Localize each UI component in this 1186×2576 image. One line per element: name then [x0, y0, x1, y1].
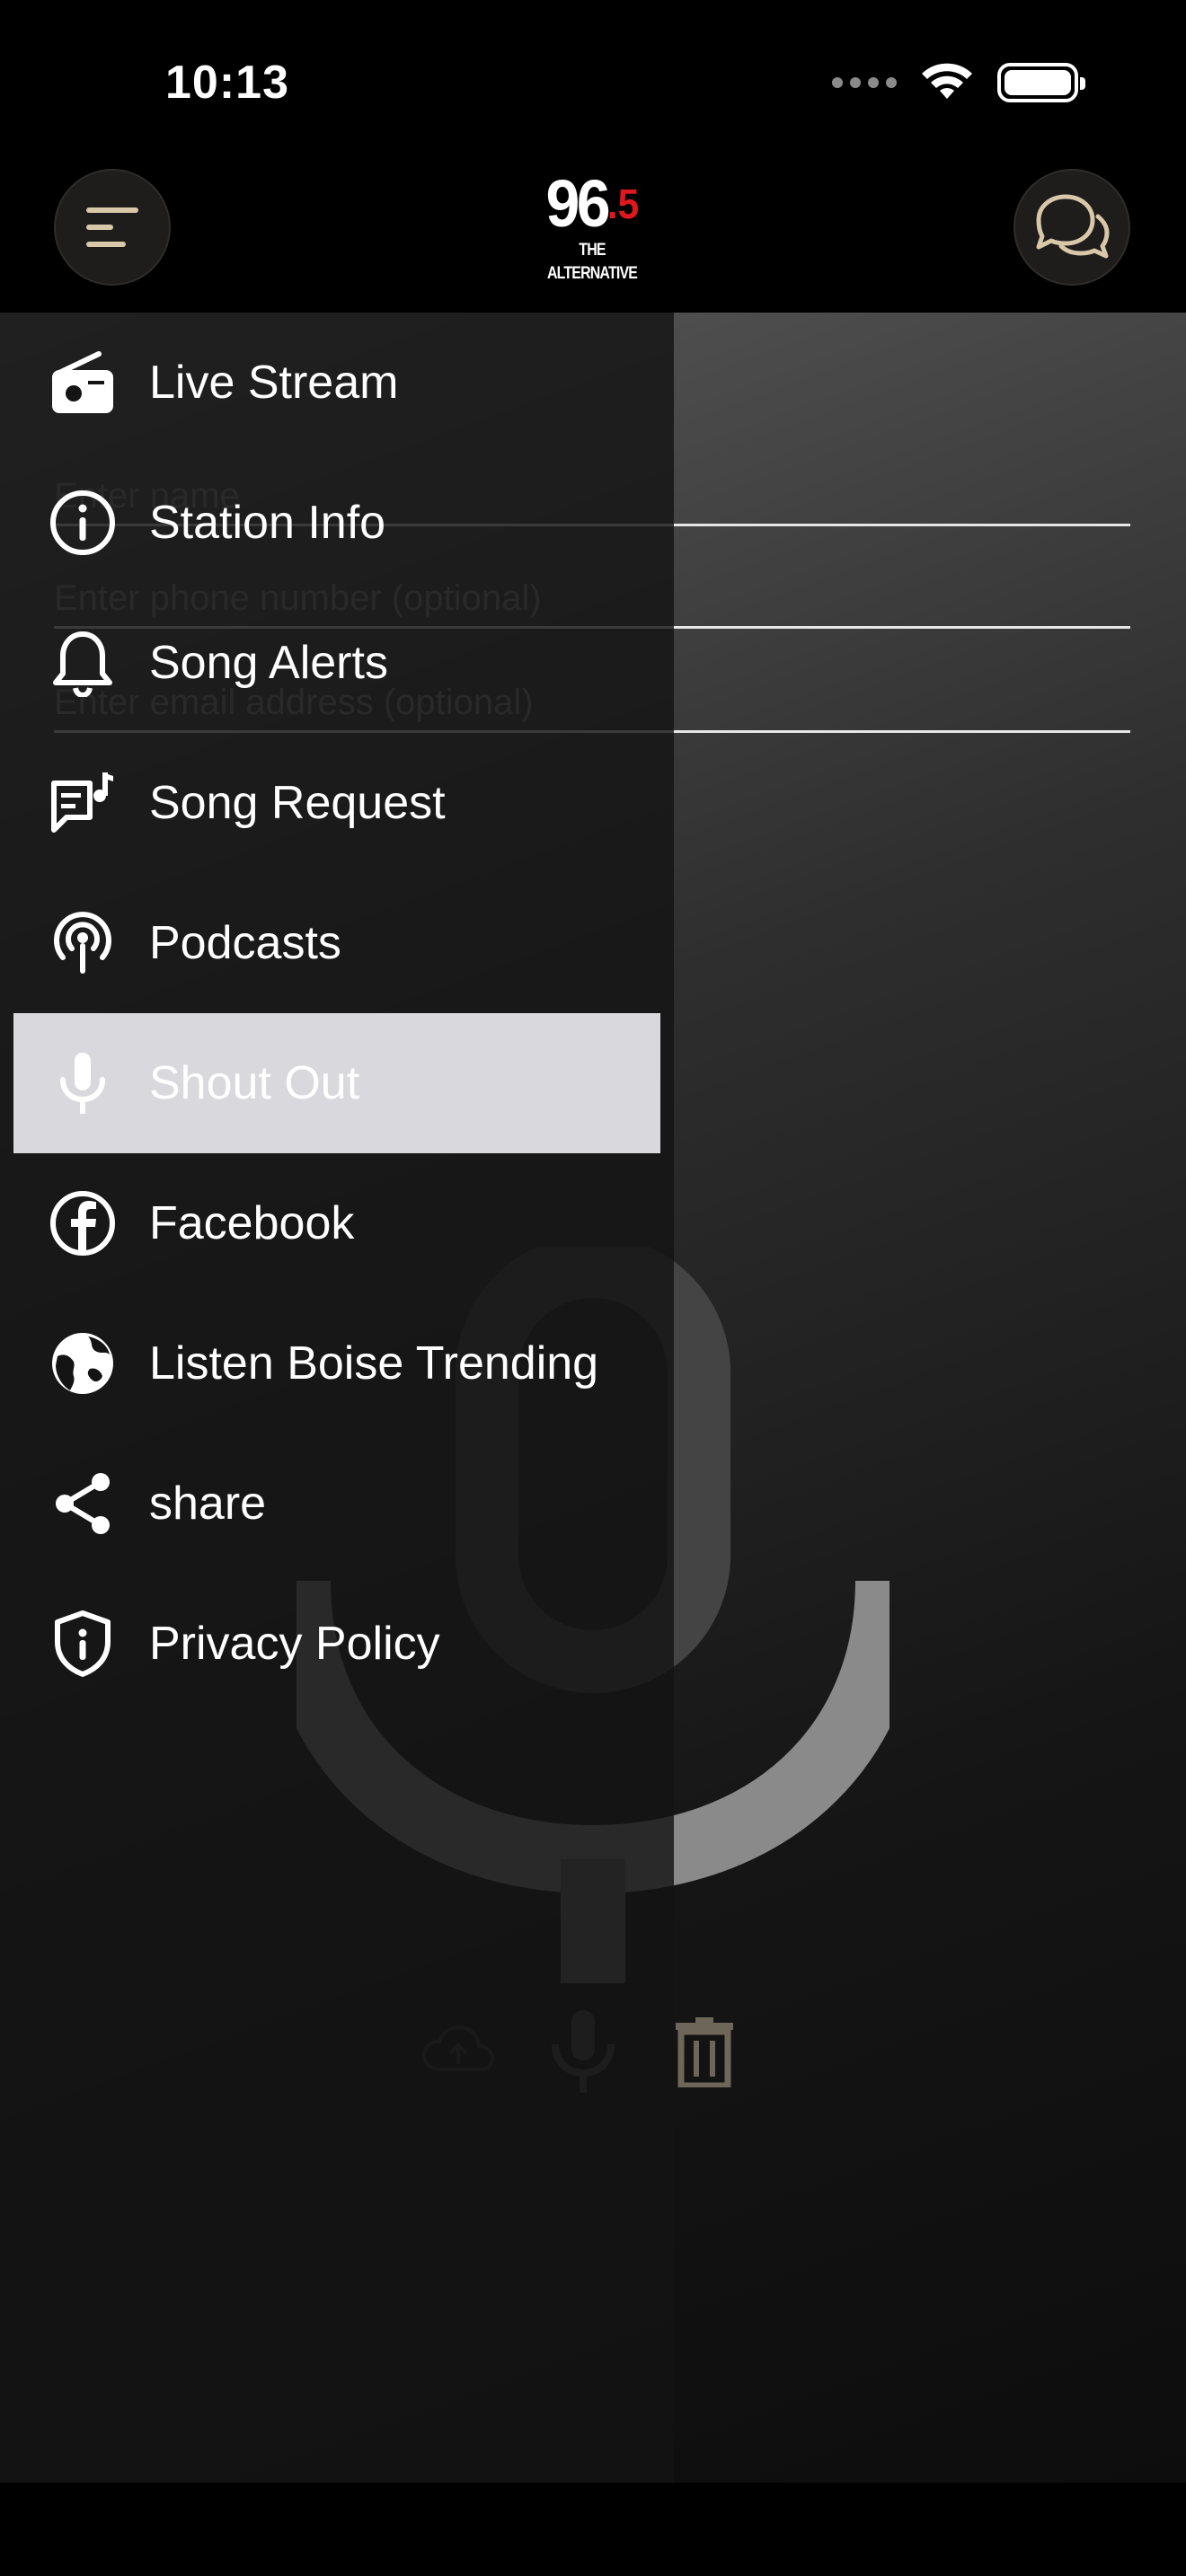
chat-icon: [1036, 194, 1110, 259]
app-header: 96.5 THE ALTERNATIVE: [0, 135, 1186, 313]
drawer-item-label: Privacy Policy: [149, 1618, 440, 1670]
status-icons: [832, 63, 1085, 102]
drawer-item-label: Station Info: [149, 497, 386, 549]
drawer-item-song-request[interactable]: Song Request: [13, 733, 660, 873]
menu-icon: [86, 207, 138, 247]
microphone-icon: [46, 1046, 119, 1120]
drawer-item-label: Song Request: [149, 777, 446, 829]
drawer-item-station-info[interactable]: Station Info: [13, 453, 660, 593]
drawer-item-live-stream[interactable]: Live Stream: [13, 313, 660, 453]
info-icon: [46, 486, 119, 560]
drawer-item-facebook[interactable]: Facebook: [13, 1153, 660, 1293]
drawer-item-shout-out[interactable]: Shout Out: [13, 1013, 660, 1153]
drawer-item-privacy-policy[interactable]: Privacy Policy: [13, 1574, 660, 1714]
music-request-icon: [46, 766, 119, 840]
bottom-safe-area: [0, 2483, 1186, 2576]
share-icon: [46, 1467, 119, 1540]
drawer-item-label: Live Stream: [149, 357, 399, 409]
drawer-item-label: Facebook: [149, 1197, 355, 1249]
drawer-item-podcasts[interactable]: Podcasts: [13, 873, 660, 1013]
shield-icon: [46, 1607, 119, 1681]
podcast-icon: [46, 906, 119, 980]
bell-icon: [46, 626, 119, 700]
station-logo: 96.5 THE ALTERNATIVE: [545, 166, 639, 284]
menu-button[interactable]: [54, 169, 171, 286]
wifi-icon: [922, 63, 972, 99]
drawer-item-label: share: [149, 1478, 267, 1530]
globe-icon: [46, 1327, 119, 1400]
navigation-drawer: Live Stream Station Info Song Alerts Son…: [0, 313, 674, 2483]
drawer-item-song-alerts[interactable]: Song Alerts: [13, 593, 660, 733]
drawer-item-label: Listen Boise Trending: [149, 1337, 599, 1389]
drawer-item-label: Song Alerts: [149, 637, 388, 689]
drawer-item-share[interactable]: share: [13, 1434, 660, 1574]
battery-icon: [997, 63, 1085, 102]
facebook-icon: [46, 1187, 119, 1260]
chat-button[interactable]: [1013, 169, 1130, 286]
status-time: 10:13: [165, 57, 289, 109]
radio-icon: [46, 346, 119, 419]
cellular-signal-icon: [832, 77, 897, 88]
trash-icon[interactable]: [672, 2016, 737, 2087]
drawer-item-label: Podcasts: [149, 917, 341, 969]
drawer-item-label: Shout Out: [149, 1057, 360, 1109]
drawer-item-listen-boise-trending[interactable]: Listen Boise Trending: [13, 1293, 660, 1434]
